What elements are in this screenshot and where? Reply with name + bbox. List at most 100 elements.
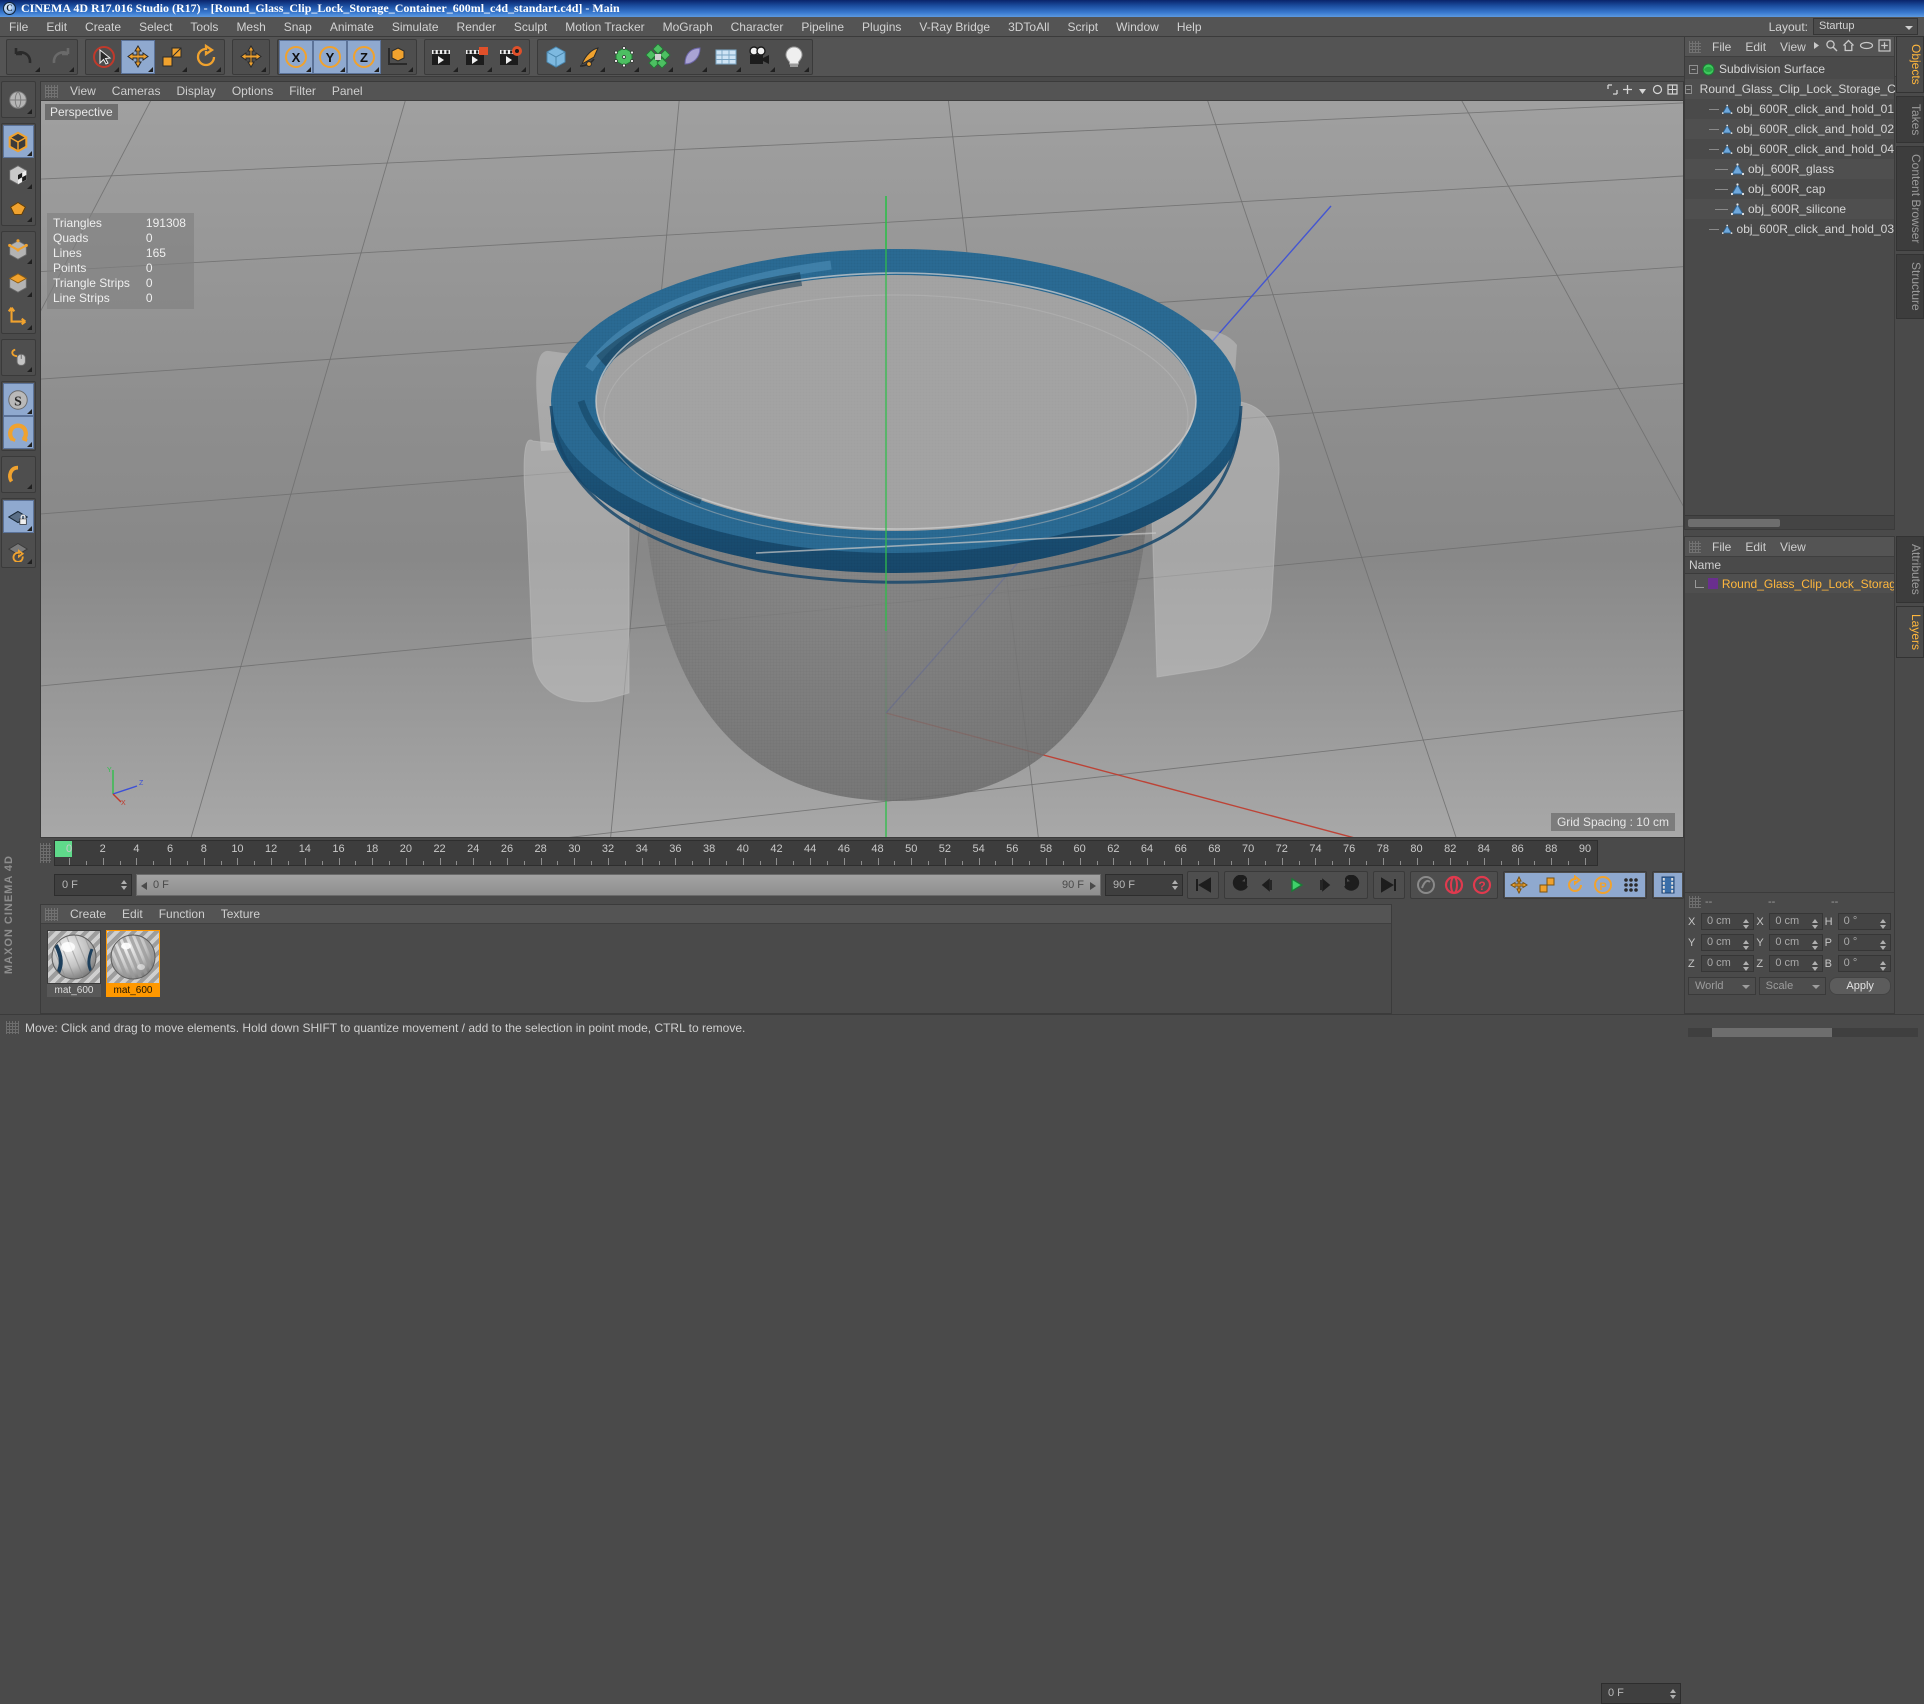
previous-key-icon[interactable] bbox=[1230, 875, 1250, 895]
left-points-mode-button[interactable] bbox=[3, 191, 34, 224]
menu-item-sculpt[interactable]: Sculpt bbox=[505, 17, 556, 37]
toolbar-render-view-button[interactable] bbox=[426, 40, 460, 74]
spline-pen-icon[interactable] bbox=[577, 44, 603, 70]
transport-parameter-key-button[interactable]: P bbox=[1589, 873, 1617, 897]
glass-sphere-preview[interactable] bbox=[47, 930, 101, 984]
object-tree-item[interactable]: obj_600R_silicone bbox=[1685, 199, 1894, 219]
toolbar-move-axis-button[interactable] bbox=[234, 40, 268, 74]
viewport-drag-grip[interactable] bbox=[45, 85, 58, 98]
viewport-solo-icon[interactable]: S bbox=[6, 388, 30, 412]
ellipse-icon[interactable] bbox=[1859, 40, 1874, 51]
transport-go-to-start-button[interactable] bbox=[1189, 873, 1217, 897]
menu-item-edit[interactable]: Edit bbox=[37, 17, 76, 37]
material-item[interactable]: mat_600 bbox=[106, 930, 160, 997]
menu-item-mograph[interactable]: MoGraph bbox=[654, 17, 722, 37]
move-icon[interactable] bbox=[125, 44, 151, 70]
right-dock-tabs-bottom[interactable]: AttributesLayers bbox=[1896, 536, 1924, 661]
viewport-3d-canvas[interactable]: Perspective Triangles191308Quads0Lines16… bbox=[41, 101, 1683, 837]
rotation-h-input[interactable]: 0 ° bbox=[1838, 913, 1891, 930]
toolbar-y-axis-button[interactable]: Y bbox=[313, 40, 347, 74]
workplane-lock-icon[interactable] bbox=[6, 505, 30, 529]
menu-item-create[interactable]: Create bbox=[76, 17, 130, 37]
rotation-key-icon[interactable] bbox=[1565, 875, 1585, 895]
home-icon[interactable] bbox=[1842, 39, 1855, 52]
toolbar-camera-button[interactable] bbox=[743, 40, 777, 74]
viewport-maximize-icon[interactable] bbox=[1607, 84, 1618, 95]
layout-select[interactable]: Startup bbox=[1813, 18, 1918, 35]
viewport-menu-options[interactable]: Options bbox=[224, 82, 281, 101]
tab-takes[interactable]: Takes bbox=[1896, 96, 1924, 143]
camera-icon[interactable] bbox=[747, 44, 773, 70]
rotate-icon[interactable] bbox=[193, 44, 219, 70]
object-tree-item[interactable]: obj_600R_click_and_hold_02 bbox=[1685, 119, 1894, 139]
material-manager-panel[interactable]: CreateEditFunctionTexture mat_600mat_600 bbox=[40, 904, 1392, 1014]
nurbs-icon[interactable] bbox=[611, 44, 637, 70]
texture-mode-icon[interactable] bbox=[6, 163, 30, 187]
transport-previous-key-button[interactable] bbox=[1226, 873, 1254, 897]
position-key-icon[interactable] bbox=[1509, 875, 1529, 895]
toolbar-render-to-picture-viewer-button[interactable] bbox=[460, 40, 494, 74]
left-enable-axis-button[interactable] bbox=[3, 341, 34, 374]
toolbar-array-generator-button[interactable] bbox=[641, 40, 675, 74]
timeline-frame-field[interactable]: 0 F bbox=[1601, 1683, 1681, 1704]
transport-autokey-button[interactable] bbox=[1412, 873, 1440, 897]
tree-expander[interactable]: − bbox=[1685, 85, 1692, 94]
toolbar-light-button[interactable] bbox=[777, 40, 811, 74]
menu-item-v-ray-bridge[interactable]: V-Ray Bridge bbox=[910, 17, 999, 37]
layer-menu-file[interactable]: File bbox=[1705, 537, 1738, 557]
menu-item-pipeline[interactable]: Pipeline bbox=[792, 17, 853, 37]
object-tree[interactable]: −Subdivision Surface−0Round_Glass_Clip_L… bbox=[1685, 57, 1894, 239]
status-bar-scrollbar[interactable] bbox=[1688, 1028, 1918, 1037]
scene-grid-icon[interactable] bbox=[713, 44, 739, 70]
undo-icon[interactable] bbox=[12, 44, 38, 70]
scale-key-icon[interactable] bbox=[1537, 875, 1557, 895]
tab-layers[interactable]: Layers bbox=[1896, 606, 1924, 658]
object-tree-item[interactable]: obj_600R_cap bbox=[1685, 179, 1894, 199]
parameter-key-icon[interactable]: P bbox=[1593, 875, 1613, 895]
position-y-input[interactable]: 0 cm bbox=[1701, 934, 1754, 951]
tab-content-browser[interactable]: Content Browser bbox=[1896, 146, 1924, 251]
transport-pla-key-button[interactable] bbox=[1617, 873, 1645, 897]
toolbar-scene-grid-button[interactable] bbox=[709, 40, 743, 74]
snap-icon[interactable] bbox=[6, 421, 30, 445]
menu-item-animate[interactable]: Animate bbox=[321, 17, 383, 37]
toolbar-rotate-button[interactable] bbox=[189, 40, 223, 74]
menu-item-script[interactable]: Script bbox=[1058, 17, 1107, 37]
move-axis-icon[interactable] bbox=[238, 44, 264, 70]
menu-item-character[interactable]: Character bbox=[722, 17, 793, 37]
object-scroll-thumb[interactable] bbox=[1688, 519, 1780, 527]
object-tree-item[interactable]: obj_600R_click_and_hold_01 bbox=[1685, 99, 1894, 119]
search-icon[interactable] bbox=[1825, 39, 1838, 52]
menu-item-window[interactable]: Window bbox=[1107, 17, 1168, 37]
layer-menu-view[interactable]: View bbox=[1773, 537, 1813, 557]
menu-item-snap[interactable]: Snap bbox=[275, 17, 321, 37]
transport-scale-key-button[interactable] bbox=[1533, 873, 1561, 897]
left-polygons-mode-button[interactable] bbox=[3, 266, 34, 299]
layer-manager-drag-grip[interactable] bbox=[1689, 541, 1701, 553]
material-item[interactable]: mat_600 bbox=[47, 930, 101, 997]
menu-item-select[interactable]: Select bbox=[130, 17, 181, 37]
render-view-icon[interactable] bbox=[430, 44, 456, 70]
x-axis-icon[interactable]: X bbox=[283, 44, 309, 70]
object-manager-drag-grip[interactable] bbox=[1689, 41, 1701, 53]
transport-step-forward-button[interactable] bbox=[1310, 873, 1338, 897]
object-menu-edit[interactable]: Edit bbox=[1738, 37, 1773, 57]
layer-color-swatch[interactable] bbox=[1708, 578, 1717, 589]
status-scroll-thumb[interactable] bbox=[1712, 1028, 1832, 1037]
object-manager-tool-icons[interactable] bbox=[1812, 39, 1891, 52]
timeline-ruler[interactable]: 0246810121416182022242628303234363840424… bbox=[54, 840, 1598, 866]
rotation-p-input[interactable]: 0 ° bbox=[1838, 934, 1891, 951]
left-make-editable-button[interactable] bbox=[3, 83, 34, 116]
toolbar-move-button[interactable] bbox=[121, 40, 155, 74]
tree-expander[interactable]: − bbox=[1689, 65, 1698, 74]
scale-icon[interactable] bbox=[159, 44, 185, 70]
viewport-menu-cameras[interactable]: Cameras bbox=[104, 82, 169, 101]
z-axis-icon[interactable]: Z bbox=[351, 44, 377, 70]
layer-list[interactable]: Round_Glass_Clip_Lock_Storage_Co bbox=[1685, 574, 1894, 593]
redo-icon[interactable] bbox=[46, 44, 72, 70]
timeline-filmstrip-icon[interactable] bbox=[1658, 875, 1678, 895]
size-x-input[interactable]: 0 cm bbox=[1769, 913, 1822, 930]
menu-item-tools[interactable]: Tools bbox=[181, 17, 227, 37]
menu-item-plugins[interactable]: Plugins bbox=[853, 17, 910, 37]
viewport-menu-display[interactable]: Display bbox=[168, 82, 223, 101]
